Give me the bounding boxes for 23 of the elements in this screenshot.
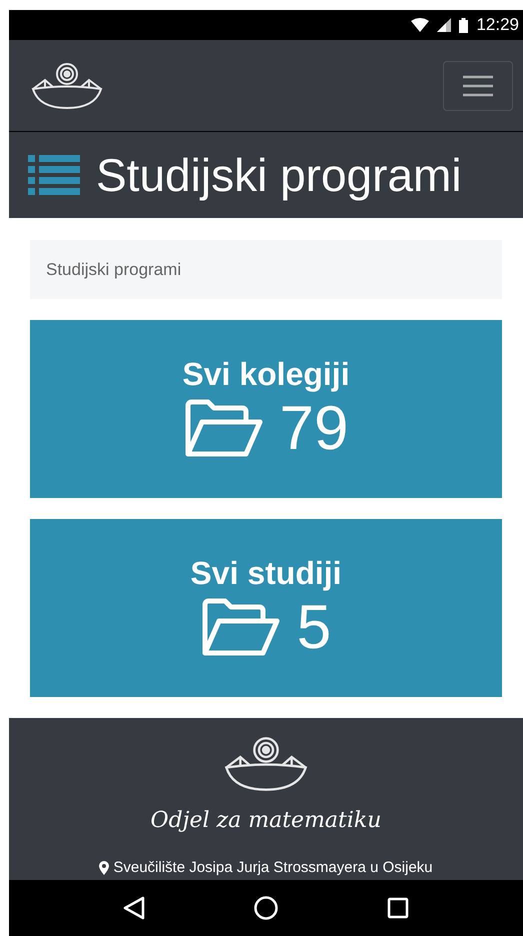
card-count: 79 — [280, 398, 348, 460]
clock-time: 12:29 — [476, 14, 519, 36]
footer-logo-icon — [224, 736, 308, 792]
department-name: Odjel za matematiku — [150, 807, 382, 835]
battery-icon — [459, 18, 468, 32]
back-icon[interactable] — [123, 896, 146, 920]
page-title: Studijski programi — [96, 152, 462, 198]
menu-button[interactable] — [443, 60, 513, 110]
stat-card[interactable]: Svi kolegiji 79 — [30, 320, 502, 498]
recents-icon[interactable] — [386, 897, 409, 919]
card-count: 5 — [296, 597, 332, 659]
menu-icon — [462, 74, 494, 96]
home-icon[interactable] — [254, 896, 278, 920]
list-icon — [28, 155, 80, 195]
address-text: Sveučilište Josipa Jurja Strossmayera u Osijeku — [113, 858, 433, 878]
card-title: Svi kolegiji — [182, 358, 350, 390]
logo-icon — [31, 62, 103, 110]
wifi-icon — [411, 18, 430, 32]
stat-card[interactable]: Svi studiji 5 — [30, 519, 502, 697]
signal-icon — [437, 18, 452, 32]
breadcrumb-item: Studijski programi — [46, 258, 182, 281]
card-title: Svi studiji — [190, 557, 342, 589]
map-pin-icon — [99, 861, 110, 876]
